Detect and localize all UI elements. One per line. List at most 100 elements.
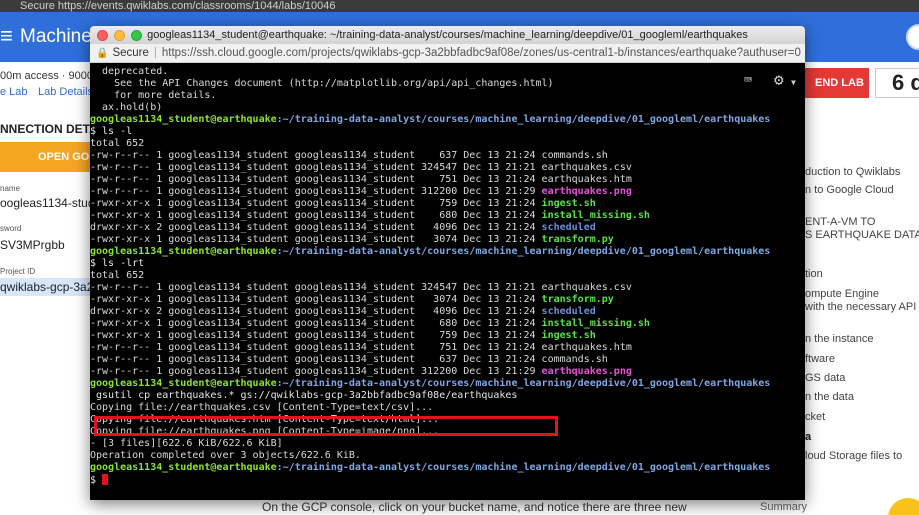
file-meta: -rw-r--r-- 1 googleas1134_student google…	[90, 366, 542, 377]
file-listing-row: -rwxr-xr-x 1 googleas1134_student google…	[90, 294, 805, 306]
maximize-window-button[interactable]	[131, 30, 142, 41]
gear-icon[interactable]: ⚙	[774, 70, 784, 90]
file-name: scheduled	[541, 222, 596, 233]
terminal-toolbar: ⌨ ⚙ ▼	[744, 70, 800, 93]
file-name: earthquakes.png	[541, 186, 632, 197]
window-titlebar[interactable]: googleas1134_student@earthquake: ~/train…	[90, 26, 805, 44]
command-text: $ ls -lrt	[90, 258, 145, 269]
prompt-line: googleas1134_student@earthquake:~/traini…	[90, 246, 805, 258]
file-listing-row: -rw-r--r-- 1 googleas1134_student google…	[90, 342, 805, 354]
toc-item[interactable]: n the data	[805, 391, 854, 403]
toc-item-active[interactable]: a	[805, 431, 811, 443]
output-line: Copying file://earthquakes.csv [Content-…	[90, 402, 805, 414]
username-label: name	[0, 184, 21, 193]
toc-item[interactable]: loud Storage files to	[805, 450, 902, 462]
close-window-button[interactable]	[97, 30, 108, 41]
file-meta: -rwxr-xr-x 1 googleas1134_student google…	[90, 198, 542, 209]
file-meta: -rw-r--r-- 1 googleas1134_student google…	[90, 342, 542, 353]
password-label: sword	[0, 224, 22, 233]
terminal-cursor	[102, 474, 109, 485]
output-text: Operation completed over 3 objects/622.6…	[90, 450, 361, 461]
instruction-text: On the GCP console, click on your bucket…	[262, 500, 687, 514]
output-line: - [3 files][622.6 KiB/622.6 KiB]	[90, 438, 805, 450]
file-listing-row: -rwxr-xr-x 1 googleas1134_student google…	[90, 330, 805, 342]
file-name: earthquakes.csv	[541, 162, 632, 173]
lab-link[interactable]: e Lab	[0, 86, 28, 98]
file-name: scheduled	[541, 306, 596, 317]
url-bar[interactable]: 🔒 Secure | https://ssh.cloud.google.com/pro…	[90, 44, 805, 63]
toc-item[interactable]: ftware	[805, 353, 835, 365]
lock-icon: 🔒	[96, 48, 109, 59]
toc-item[interactable]: ompute Engine	[805, 288, 879, 300]
toc-item[interactable]: S EARTHQUAKE DATA	[805, 229, 919, 241]
toc-item[interactable]: duction to Qwiklabs	[805, 166, 900, 178]
lab-details-link[interactable]: Lab Details	[38, 86, 93, 98]
end-lab-button[interactable]: END LAB	[805, 68, 869, 98]
instructions-area: On the GCP console, click on your bucket…	[90, 500, 807, 515]
file-meta: -rw-r--r-- 1 googleas1134_student google…	[90, 354, 542, 365]
file-listing-row: -rwxr-xr-x 1 googleas1134_student google…	[90, 210, 805, 222]
output-line: deprecated.	[90, 66, 805, 78]
keyboard-icon[interactable]: ⌨	[744, 71, 752, 91]
file-meta: -rw-r--r-- 1 googleas1134_student google…	[90, 186, 542, 197]
chevron-down-icon[interactable]: ▼	[791, 73, 796, 93]
file-meta: -rwxr-xr-x 1 googleas1134_student google…	[90, 234, 542, 245]
file-listing-row: -rw-r--r-- 1 googleas1134_student google…	[90, 282, 805, 294]
toc-item[interactable]: n the instance	[805, 333, 874, 345]
lab-timer: 6 d	[875, 68, 919, 98]
ssh-window: googleas1134_student@earthquake: ~/train…	[90, 26, 805, 500]
access-text: 00m access · 9000	[0, 70, 93, 82]
output-line: total 652	[90, 270, 805, 282]
screen: Secure https://events.qwiklabs.com/class…	[0, 0, 919, 515]
prompt-symbol: $	[90, 475, 103, 486]
output-line: Operation completed over 3 objects/622.6…	[90, 450, 805, 462]
toc-item[interactable]: GS data	[805, 372, 845, 384]
prompt-path: :~/training-data-analyst/courses/machine…	[276, 114, 771, 125]
file-name: install_missing.sh	[541, 318, 650, 329]
project-id-value[interactable]: qwiklabs-gcp-3a2bbfadbc9af08e	[0, 278, 90, 296]
url-text[interactable]: https://ssh.cloud.google.com/projects/qw…	[162, 47, 801, 59]
menu-icon[interactable]: ≡	[0, 24, 13, 48]
file-listing-row: drwxr-xr-x 2 googleas1134_student google…	[90, 306, 805, 318]
summary-label[interactable]: Summary	[760, 501, 807, 513]
terminal[interactable]: deprecated. See the API Changes document…	[90, 63, 805, 500]
file-meta: -rwxr-xr-x 1 googleas1134_student google…	[90, 318, 542, 329]
prompt-line: googleas1134_student@earthquake:~/traini…	[90, 378, 805, 390]
prompt-line: googleas1134_student@earthquake:~/traini…	[90, 462, 805, 474]
command-line: gsutil cp earthquakes.* gs://qwiklabs-gc…	[90, 390, 805, 402]
output-line: for more details.	[90, 90, 805, 102]
toc-item[interactable]: cket	[805, 411, 825, 423]
password-value[interactable]: SV3MPrgbb	[0, 238, 65, 252]
open-console-button[interactable]: OPEN GOOGLE CONSOLE	[0, 142, 90, 172]
output-line: ax.hold(b)	[90, 102, 805, 114]
output-text: for more details.	[90, 90, 217, 101]
toc-item[interactable]: n to Google Cloud	[805, 184, 894, 196]
file-listing-row: -rwxr-xr-x 1 googleas1134_student google…	[90, 318, 805, 330]
toc-item[interactable]: ENT-A-VM TO	[805, 216, 876, 228]
file-listing-row: -rw-r--r-- 1 googleas1134_student google…	[90, 150, 805, 162]
background-address-bar[interactable]: Secure https://events.qwiklabs.com/class…	[0, 0, 919, 12]
file-listing-row: drwxr-xr-x 2 googleas1134_student google…	[90, 222, 805, 234]
prompt-user: googleas1134_student@earthquake	[90, 246, 277, 257]
file-meta: -rw-r--r-- 1 googleas1134_student google…	[90, 150, 542, 161]
toc-item[interactable]: with the necessary API	[805, 301, 916, 313]
output-text: Copying file://earthquakes.csv [Content-…	[90, 402, 434, 413]
minimize-window-button[interactable]	[114, 30, 125, 41]
file-meta: -rwxr-xr-x 1 googleas1134_student google…	[90, 294, 542, 305]
command-line: $	[90, 474, 805, 486]
file-name: install_missing.sh	[541, 210, 650, 221]
file-listing-row: -rw-r--r-- 1 googleas1134_student google…	[90, 162, 805, 174]
toc-item[interactable]: tion	[805, 268, 823, 280]
prompt-user: googleas1134_student@earthquake	[90, 114, 277, 125]
url-separator: |	[153, 47, 157, 59]
prompt-path: :~/training-data-analyst/courses/machine…	[276, 462, 771, 473]
file-listing-row: -rwxr-xr-x 1 googleas1134_student google…	[90, 234, 805, 246]
file-name: earthquakes.htm	[541, 174, 632, 185]
command-line: $ ls -l	[90, 126, 805, 138]
file-name: transform.py	[541, 294, 614, 305]
file-listing-row: -rw-r--r-- 1 googleas1134_student google…	[90, 354, 805, 366]
file-meta: drwxr-xr-x 2 googleas1134_student google…	[90, 306, 542, 317]
prompt-path: :~/training-data-analyst/courses/machine…	[276, 246, 771, 257]
output-text: - [3 files][622.6 KiB/622.6 KiB]	[90, 438, 283, 449]
secure-label: Secure	[112, 47, 149, 59]
